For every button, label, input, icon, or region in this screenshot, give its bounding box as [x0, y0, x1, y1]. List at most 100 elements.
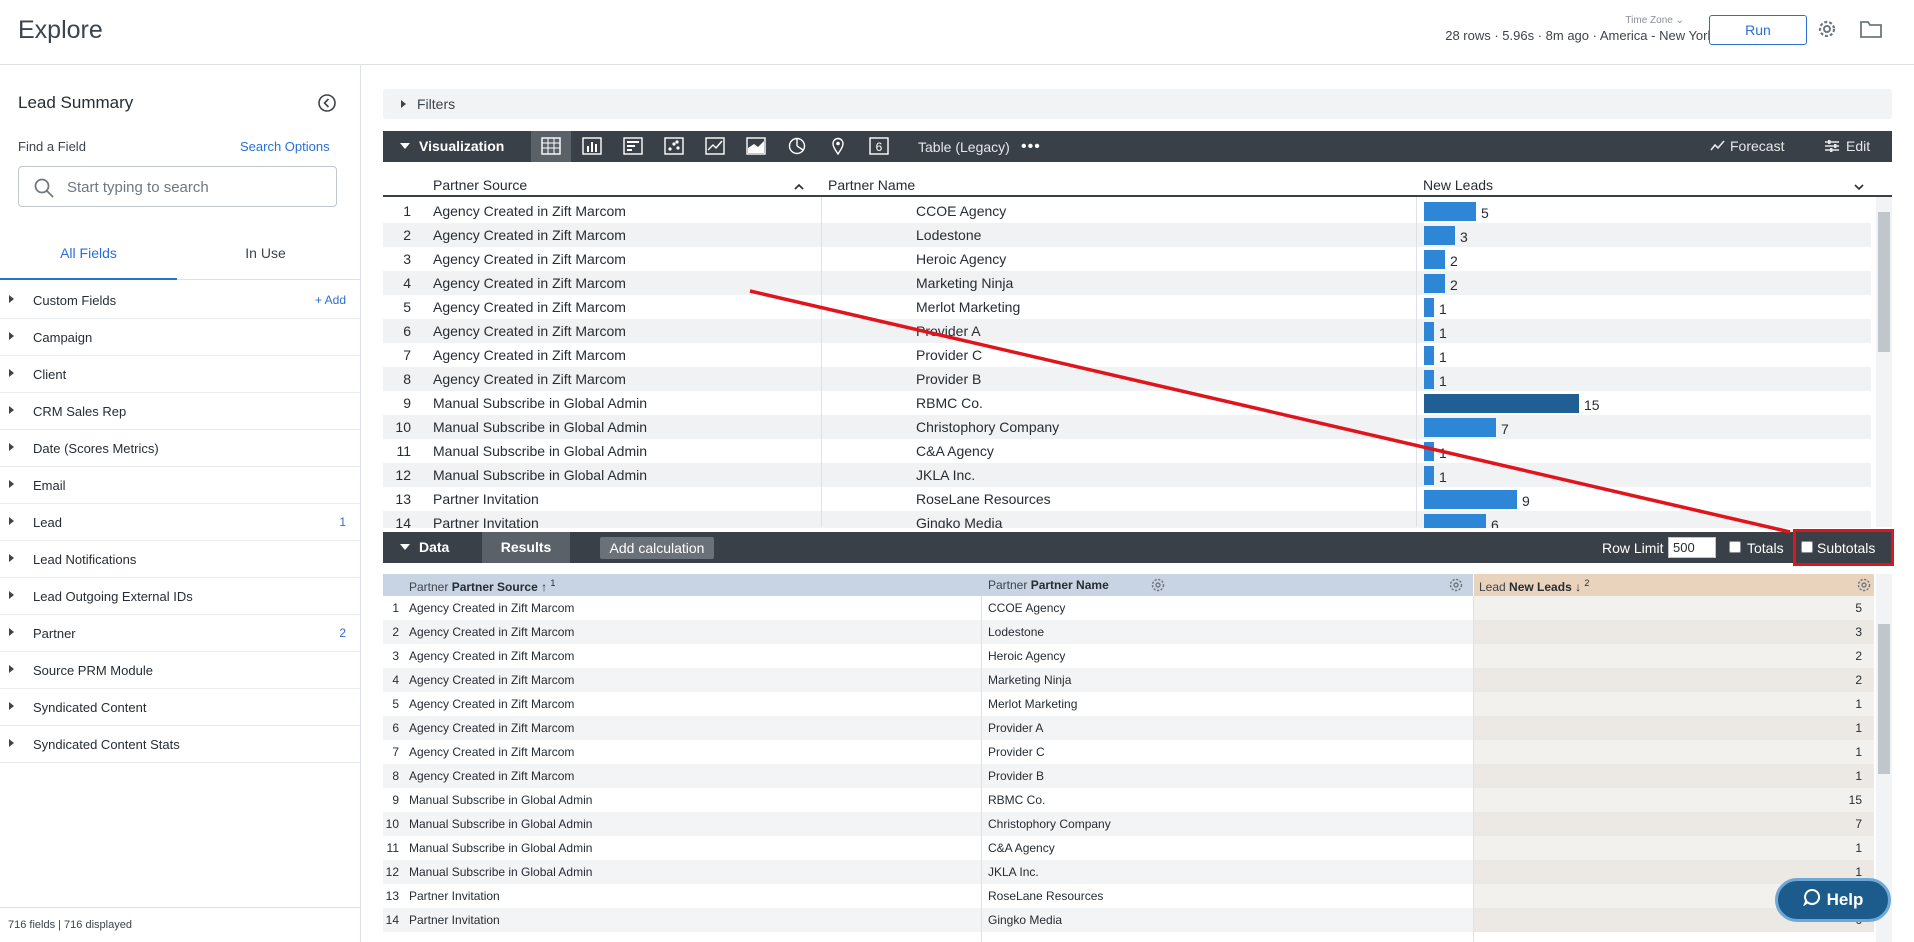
subtotals-checkbox[interactable]	[1801, 541, 1813, 553]
forecast-button[interactable]: Forecast	[1710, 138, 1784, 154]
cell-partner-source[interactable]: Manual Subscribe in Global Admin	[433, 419, 647, 435]
edit-button[interactable]: Edit	[1824, 138, 1870, 154]
cell-partner-source[interactable]: Manual Subscribe in Global Admin	[433, 467, 647, 483]
cell-partner-name[interactable]: Provider B	[988, 769, 1044, 783]
cell-new-leads[interactable]: 7	[1855, 817, 1862, 831]
cell-partner-name[interactable]: Christophory Company	[916, 419, 1059, 435]
cell-new-leads[interactable]: 2	[1855, 673, 1862, 687]
search-input[interactable]	[67, 176, 327, 198]
cell-partner-source[interactable]: Partner Invitation	[409, 889, 500, 903]
scrollbar-thumb[interactable]	[1878, 212, 1890, 352]
caret-down-icon[interactable]	[400, 544, 410, 550]
cell-partner-source[interactable]: Agency Created in Zift Marcom	[433, 371, 626, 387]
tab-results[interactable]: Results	[482, 532, 570, 563]
scrollbar-thumb[interactable]	[1878, 624, 1890, 774]
cell-partner-source[interactable]: Partner Invitation	[433, 515, 539, 528]
cell-new-leads[interactable]: 1	[1855, 745, 1862, 759]
field-group-item[interactable]: Date (Scores Metrics)	[0, 430, 360, 467]
visualization-label[interactable]: Visualization	[419, 138, 504, 154]
cell-partner-name[interactable]: Lodestone	[988, 625, 1044, 639]
cell-partner-name[interactable]: JKLA Inc.	[916, 467, 975, 483]
cell-partner-name[interactable]: RoseLane Resources	[988, 889, 1103, 903]
add-calculation-button[interactable]: Add calculation	[600, 537, 714, 559]
cell-partner-source[interactable]: Agency Created in Zift Marcom	[409, 601, 574, 615]
cell-partner-source[interactable]: Partner Invitation	[433, 491, 539, 507]
visualization-type-label[interactable]: Table (Legacy)	[918, 139, 1010, 155]
gear-icon[interactable]	[1815, 17, 1839, 41]
cell-partner-name[interactable]: Provider B	[916, 371, 981, 387]
tab-in-use[interactable]: In Use	[177, 235, 354, 280]
cell-partner-name[interactable]: Heroic Agency	[988, 649, 1065, 663]
cell-partner-name[interactable]: Marketing Ninja	[916, 275, 1013, 291]
cell-new-leads[interactable]: 2	[1855, 649, 1862, 663]
cell-partner-source[interactable]: Agency Created in Zift Marcom	[409, 625, 574, 639]
field-group-item[interactable]: Partner 2	[0, 615, 360, 652]
line-chart-icon[interactable]	[695, 131, 735, 162]
viz-scrollbar[interactable]	[1876, 197, 1892, 527]
cell-partner-source[interactable]: Manual Subscribe in Global Admin	[409, 793, 592, 807]
cell-partner-name[interactable]: JKLA Inc.	[988, 865, 1039, 879]
cell-partner-source[interactable]: Agency Created in Zift Marcom	[409, 673, 574, 687]
cell-new-leads[interactable]: 1	[1855, 769, 1862, 783]
cell-partner-name[interactable]: Heroic Agency	[916, 251, 1006, 267]
cell-partner-name[interactable]: Merlot Marketing	[988, 697, 1077, 711]
cell-partner-source[interactable]: Agency Created in Zift Marcom	[433, 347, 626, 363]
cell-partner-name[interactable]: Gingko Media	[988, 913, 1062, 927]
cell-partner-name[interactable]: Provider C	[988, 745, 1045, 759]
collapse-sidebar-icon[interactable]	[317, 93, 337, 113]
chevron-down-icon[interactable]	[1853, 179, 1865, 195]
cell-partner-name[interactable]: C&A Agency	[916, 443, 994, 459]
cell-new-leads[interactable]: 1	[1855, 697, 1862, 711]
search-options-link[interactable]: Search Options	[240, 139, 330, 154]
cell-partner-name[interactable]: RoseLane Resources	[916, 491, 1051, 507]
map-pin-icon[interactable]	[818, 131, 858, 162]
cell-partner-source[interactable]: Agency Created in Zift Marcom	[433, 251, 626, 267]
field-group-item[interactable]: Source PRM Module	[0, 652, 360, 689]
cell-partner-source[interactable]: Manual Subscribe in Global Admin	[433, 443, 647, 459]
field-group-item[interactable]: Syndicated Content	[0, 689, 360, 726]
header-new-leads[interactable]: Lead New Leads ↓ 2	[1479, 578, 1589, 594]
cell-partner-name[interactable]: Christophory Company	[988, 817, 1111, 831]
cell-new-leads[interactable]: 1	[1855, 721, 1862, 735]
cell-partner-name[interactable]: Provider C	[916, 347, 982, 363]
column-chart-icon[interactable]	[613, 131, 653, 162]
filters-section[interactable]: Filters	[383, 89, 1892, 119]
header-partner-name[interactable]: Partner Partner Name	[988, 578, 1109, 592]
field-group-item[interactable]: Lead Outgoing External IDs	[0, 578, 360, 615]
row-limit-input[interactable]: 500	[1668, 537, 1716, 558]
field-group-item[interactable]: Custom Fields + Add	[0, 282, 360, 319]
viz-header-partner-source[interactable]: Partner Source	[433, 177, 527, 193]
cell-partner-source[interactable]: Agency Created in Zift Marcom	[409, 769, 574, 783]
field-group-item[interactable]: Lead 1	[0, 504, 360, 541]
field-group-item[interactable]: Client	[0, 356, 360, 393]
cell-partner-source[interactable]: Agency Created in Zift Marcom	[433, 227, 626, 243]
area-chart-icon[interactable]	[736, 131, 776, 162]
field-search-box[interactable]	[18, 166, 337, 207]
data-label[interactable]: Data	[419, 539, 449, 555]
chevron-up-icon[interactable]	[793, 179, 805, 195]
pie-chart-icon[interactable]	[777, 131, 817, 162]
cell-new-leads[interactable]: 1	[1855, 841, 1862, 855]
cell-partner-source[interactable]: Agency Created in Zift Marcom	[433, 323, 626, 339]
cell-partner-name[interactable]: Provider A	[988, 721, 1043, 735]
cell-partner-name[interactable]: C&A Agency	[988, 841, 1055, 855]
cell-partner-source[interactable]: Manual Subscribe in Global Admin	[409, 841, 592, 855]
field-group-item[interactable]: Email	[0, 467, 360, 504]
cell-partner-source[interactable]: Agency Created in Zift Marcom	[409, 649, 574, 663]
cell-new-leads[interactable]: 1	[1855, 865, 1862, 879]
totals-checkbox[interactable]	[1729, 541, 1741, 553]
cell-partner-name[interactable]: CCOE Agency	[988, 601, 1065, 615]
more-icon[interactable]: •••	[1021, 138, 1041, 156]
help-button[interactable]: Help	[1775, 878, 1891, 922]
cell-partner-source[interactable]: Agency Created in Zift Marcom	[409, 721, 574, 735]
viz-header-partner-name[interactable]: Partner Name	[828, 177, 915, 193]
gear-icon[interactable]	[1448, 577, 1464, 593]
table-icon[interactable]	[531, 131, 571, 162]
cell-partner-name[interactable]: RBMC Co.	[916, 395, 983, 411]
viz-header-new-leads[interactable]: New Leads	[1423, 177, 1493, 193]
field-group-item[interactable]: Lead Notifications	[0, 541, 360, 578]
cell-partner-name[interactable]: Merlot Marketing	[916, 299, 1020, 315]
gear-icon[interactable]	[1856, 577, 1872, 593]
cell-new-leads[interactable]: 15	[1849, 793, 1862, 807]
cell-partner-source[interactable]: Agency Created in Zift Marcom	[433, 203, 626, 219]
